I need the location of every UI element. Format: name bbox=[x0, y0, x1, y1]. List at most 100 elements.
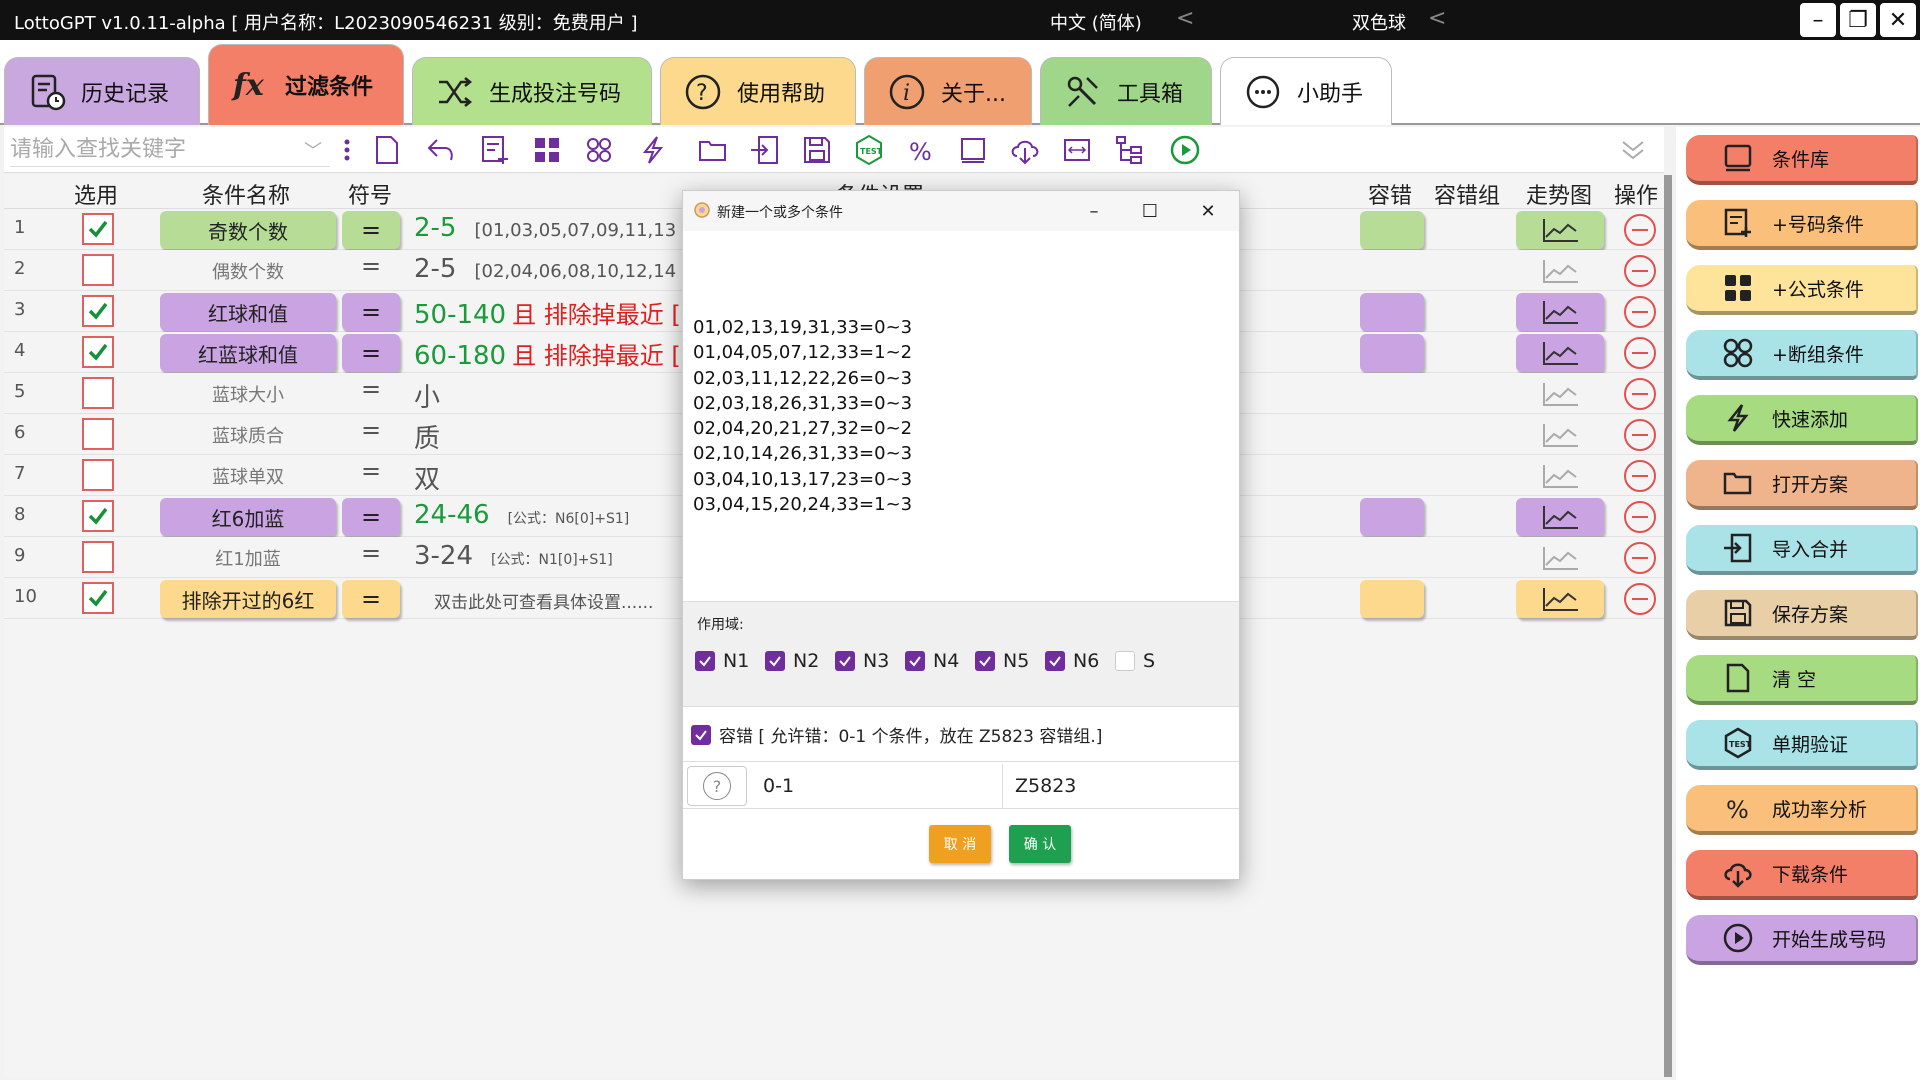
save-icon[interactable] bbox=[798, 132, 836, 168]
condition-name[interactable]: 偶数个数 bbox=[160, 258, 336, 284]
tolerance-checkbox[interactable]: 容错 [ 允许错：0-1 个条件，放在 Z5823 容错组.] bbox=[691, 722, 1102, 747]
select-checkbox[interactable] bbox=[82, 295, 114, 327]
condition-value[interactable]: 小 bbox=[414, 377, 440, 414]
operator[interactable]: = bbox=[342, 252, 400, 280]
new-file-icon[interactable] bbox=[368, 132, 406, 168]
scope-checkbox-n3[interactable]: N3 bbox=[835, 650, 889, 672]
trend-chart-button[interactable] bbox=[1516, 375, 1604, 413]
percent-icon[interactable]: % bbox=[902, 132, 940, 168]
cloud-download-icon[interactable] bbox=[1006, 132, 1044, 168]
chevron-left-icon[interactable]: < bbox=[1176, 6, 1194, 31]
tolerance-cell[interactable] bbox=[1360, 211, 1424, 249]
scope-checkbox-s[interactable]: S bbox=[1115, 650, 1155, 672]
tab-generate[interactable]: 生成投注号码 bbox=[412, 57, 652, 125]
remove-icon[interactable] bbox=[1624, 255, 1656, 287]
add-group-condition-button[interactable]: +断组条件 bbox=[1686, 330, 1918, 380]
help-button[interactable]: ? bbox=[687, 766, 747, 806]
remove-icon[interactable] bbox=[1624, 583, 1656, 615]
tab-history[interactable]: 历史记录 bbox=[4, 57, 200, 125]
language-selector[interactable]: 中文 (简体) bbox=[1050, 9, 1142, 35]
remove-icon[interactable] bbox=[1624, 542, 1656, 574]
tab-toolbox[interactable]: 工具箱 bbox=[1040, 57, 1212, 125]
operator-button[interactable]: = bbox=[342, 498, 400, 536]
condition-value[interactable]: 2-5 [02,04,06,08,10,12,14 bbox=[414, 254, 676, 284]
operator[interactable]: = bbox=[342, 375, 400, 403]
chevron-down-icon[interactable]: ﹀ bbox=[304, 137, 322, 163]
collapse-icon[interactable] bbox=[1614, 132, 1652, 168]
remove-icon[interactable] bbox=[1624, 214, 1656, 246]
remove-icon[interactable] bbox=[1624, 419, 1656, 451]
select-checkbox[interactable] bbox=[82, 336, 114, 368]
operator-button[interactable]: = bbox=[342, 334, 400, 372]
operator[interactable]: = bbox=[342, 457, 400, 485]
folder-open-icon[interactable] bbox=[694, 132, 732, 168]
dialog-close-button[interactable]: ✕ bbox=[1193, 197, 1223, 225]
chevron-left-icon[interactable]: < bbox=[1428, 6, 1446, 31]
select-checkbox[interactable] bbox=[82, 213, 114, 245]
minimize-button[interactable]: – bbox=[1800, 3, 1836, 37]
select-checkbox[interactable] bbox=[82, 254, 114, 286]
remove-icon[interactable] bbox=[1624, 501, 1656, 533]
operator-button[interactable]: = bbox=[342, 293, 400, 331]
scope-checkbox-n2[interactable]: N2 bbox=[765, 650, 819, 672]
select-checkbox[interactable] bbox=[82, 541, 114, 573]
select-checkbox[interactable] bbox=[82, 582, 114, 614]
tolerance-cell[interactable] bbox=[1360, 334, 1424, 372]
trend-chart-button[interactable] bbox=[1516, 457, 1604, 495]
trend-chart-button[interactable] bbox=[1516, 252, 1604, 290]
condition-name-button[interactable]: 奇数个数 bbox=[160, 211, 336, 249]
more-vertical-icon[interactable] bbox=[328, 132, 366, 168]
tab-assistant[interactable]: 小助手 bbox=[1220, 57, 1392, 125]
trend-chart-button[interactable] bbox=[1516, 498, 1604, 536]
add-number-condition-button[interactable]: +号码条件 bbox=[1686, 200, 1918, 250]
remove-icon[interactable] bbox=[1624, 296, 1656, 328]
select-checkbox[interactable] bbox=[82, 377, 114, 409]
condition-name[interactable]: 蓝球质合 bbox=[160, 422, 336, 448]
restore-button[interactable]: ❐ bbox=[1840, 3, 1876, 37]
tolerance-cell[interactable] bbox=[1360, 580, 1424, 618]
formula-grid-icon[interactable] bbox=[528, 132, 566, 168]
open-plan-button[interactable]: 打开方案 bbox=[1686, 460, 1918, 510]
search-input[interactable] bbox=[10, 133, 330, 167]
operator-button[interactable]: = bbox=[342, 580, 400, 618]
quick-add-button[interactable]: 快速添加 bbox=[1686, 395, 1918, 445]
success-rate-button[interactable]: % 成功率分析 bbox=[1686, 785, 1918, 835]
tab-about[interactable]: i 关于... bbox=[864, 57, 1032, 125]
close-button[interactable]: ✕ bbox=[1880, 3, 1916, 37]
library-icon[interactable] bbox=[954, 132, 992, 168]
condition-name-button[interactable]: 红6加蓝 bbox=[160, 498, 336, 536]
start-generate-button[interactable]: 开始生成号码 bbox=[1686, 915, 1918, 965]
conditions-textarea[interactable]: 01,02,13,19,31,33=0~3 01,04,05,07,12,33=… bbox=[693, 315, 912, 517]
tolerance-range-input[interactable] bbox=[753, 764, 1003, 808]
tolerance-group-input[interactable] bbox=[1005, 764, 1237, 808]
tab-help[interactable]: ? 使用帮助 bbox=[660, 57, 856, 125]
single-period-verify-button[interactable]: TEST 单期验证 bbox=[1686, 720, 1918, 770]
lightning-icon[interactable] bbox=[634, 132, 672, 168]
condition-name[interactable]: 蓝球大小 bbox=[160, 381, 336, 407]
remove-icon[interactable] bbox=[1624, 378, 1656, 410]
select-checkbox[interactable] bbox=[82, 500, 114, 532]
download-conditions-button[interactable]: 下载条件 bbox=[1686, 850, 1918, 900]
scope-checkbox-n6[interactable]: N6 bbox=[1045, 650, 1099, 672]
condition-name-button[interactable]: 排除开过的6红 bbox=[160, 580, 336, 618]
condition-value[interactable]: 3-24 [公式：N1[0]+S1] bbox=[414, 541, 613, 571]
save-plan-button[interactable]: 保存方案 bbox=[1686, 590, 1918, 640]
operator-button[interactable]: = bbox=[342, 211, 400, 249]
dialog-minimize-button[interactable]: – bbox=[1079, 197, 1109, 225]
play-icon[interactable] bbox=[1166, 132, 1204, 168]
select-checkbox[interactable] bbox=[82, 418, 114, 450]
expand-icon[interactable] bbox=[1058, 132, 1096, 168]
operator[interactable]: = bbox=[342, 539, 400, 567]
condition-value[interactable]: 50-140 且 排除掉最近 [5] bbox=[414, 295, 705, 330]
trend-chart-button[interactable] bbox=[1516, 211, 1604, 249]
import-icon[interactable] bbox=[746, 132, 784, 168]
trend-chart-button[interactable] bbox=[1516, 580, 1604, 618]
tree-icon[interactable] bbox=[1110, 132, 1148, 168]
condition-name[interactable]: 红1加蓝 bbox=[160, 545, 336, 571]
tolerance-cell[interactable] bbox=[1360, 293, 1424, 331]
condition-name-button[interactable]: 红球和值 bbox=[160, 293, 336, 331]
remove-icon[interactable] bbox=[1624, 460, 1656, 492]
trend-chart-button[interactable] bbox=[1516, 293, 1604, 331]
remove-icon[interactable] bbox=[1624, 337, 1656, 369]
operator[interactable]: = bbox=[342, 416, 400, 444]
